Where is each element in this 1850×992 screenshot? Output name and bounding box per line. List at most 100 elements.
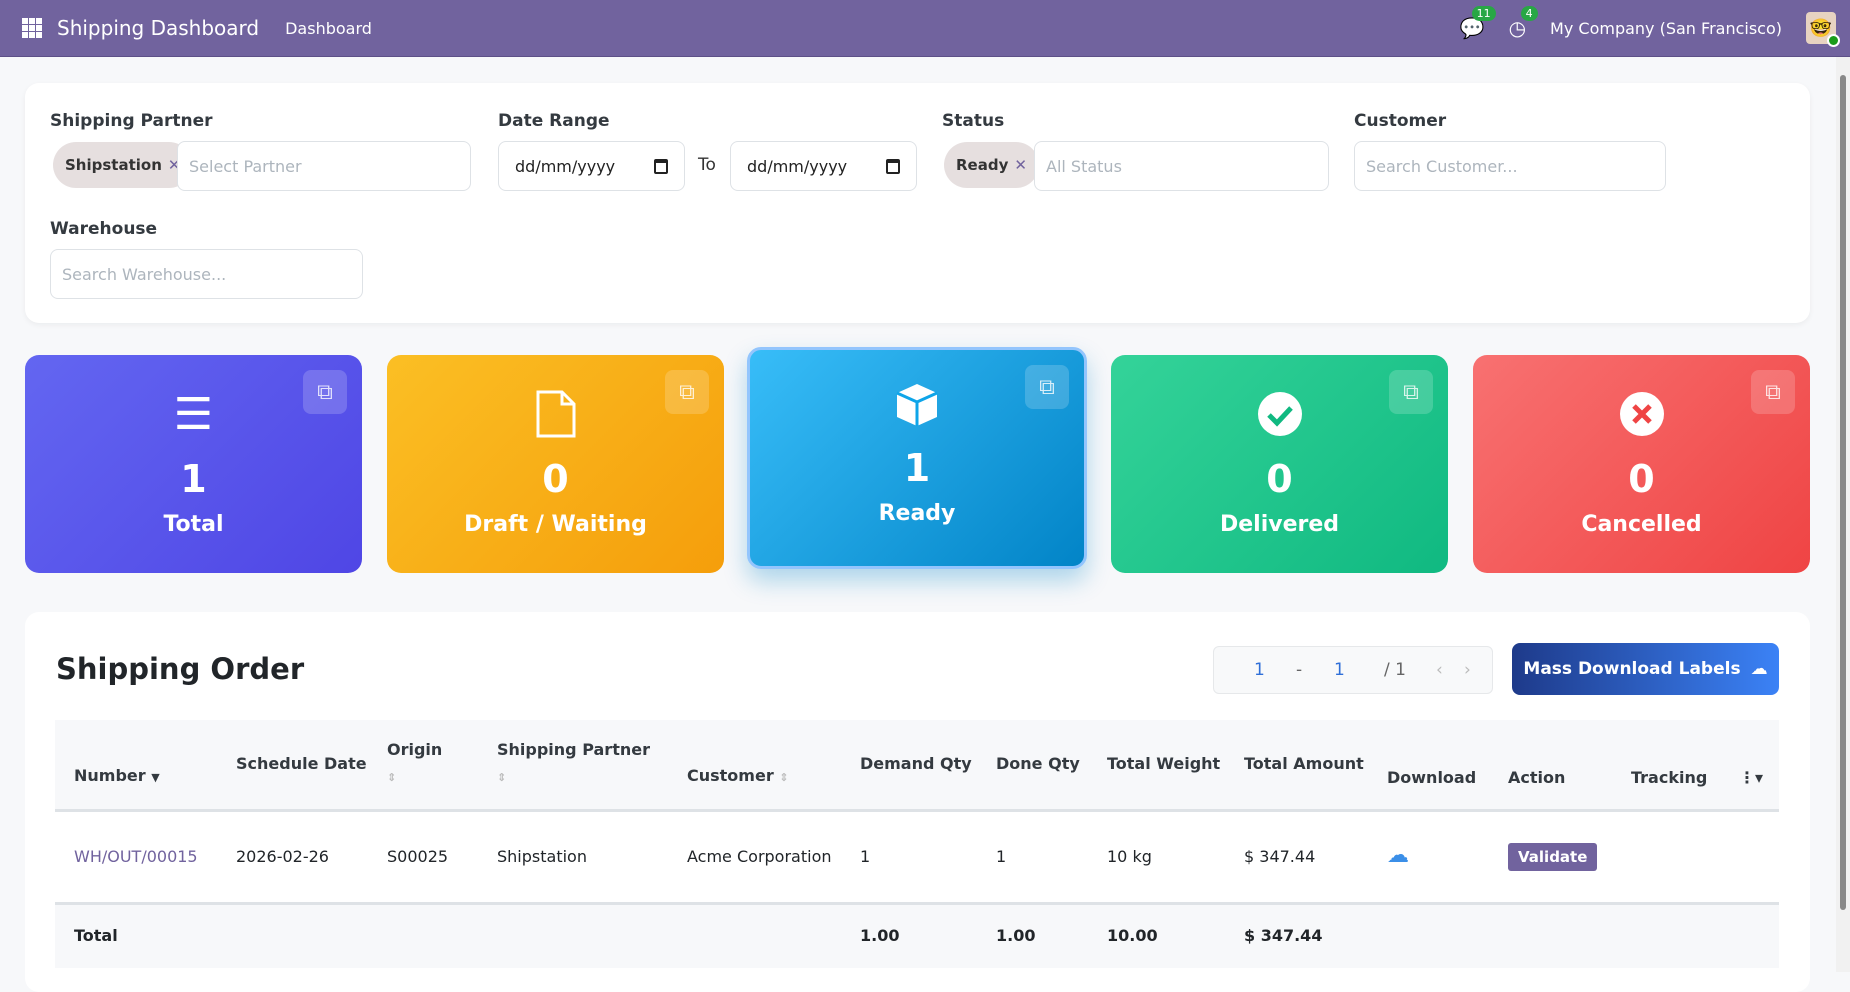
mass-download-label: Mass Download Labels bbox=[1523, 659, 1741, 679]
total-done: 1.00 bbox=[977, 901, 1088, 968]
customer-label: Customer bbox=[1354, 111, 1447, 131]
table-header: Number ▼ Schedule Date Origin ⇕ Shipping … bbox=[55, 720, 1779, 812]
card-label: Draft / Waiting bbox=[464, 512, 647, 537]
messages-button[interactable]: 💬 11 bbox=[1460, 6, 1496, 40]
col-total-weight[interactable]: Total Weight bbox=[1088, 720, 1225, 812]
card-count: 0 bbox=[542, 457, 569, 501]
user-avatar[interactable]: 🤓 bbox=[1806, 12, 1840, 47]
menu-dashboard[interactable]: Dashboard bbox=[285, 19, 372, 38]
mass-download-labels-button[interactable]: Mass Download Labels ☁ bbox=[1512, 643, 1779, 695]
date-from-value: dd/mm/yyyy bbox=[515, 156, 616, 176]
pager-end[interactable]: 1 bbox=[1334, 660, 1345, 680]
card-label: Cancelled bbox=[1581, 512, 1702, 537]
card-label: Delivered bbox=[1219, 512, 1340, 537]
card-delivered[interactable]: ⧉ 0 Delivered bbox=[1111, 355, 1448, 573]
total-weight: 10.00 bbox=[1088, 901, 1225, 968]
filter-panel: Shipping Partner Shipstation ✕ Select Par… bbox=[25, 83, 1810, 323]
partner-tag: Shipstation ✕ bbox=[53, 142, 193, 188]
pager: 1 - 1 / 1 ‹ › bbox=[1213, 646, 1493, 694]
cell-done: 1 bbox=[996, 846, 1007, 866]
cloud-download-icon: ☁ bbox=[1750, 659, 1768, 679]
card-label: Total bbox=[163, 512, 224, 537]
order-number-link[interactable]: WH/OUT/00015 bbox=[74, 847, 198, 866]
orders-table: Number ▼ Schedule Date Origin ⇕ Shipping … bbox=[55, 720, 1779, 968]
column-options-icon[interactable]: ⋮▾ bbox=[1720, 720, 1779, 812]
calendar-icon[interactable] bbox=[654, 158, 668, 174]
col-done-qty[interactable]: Done Qty bbox=[977, 720, 1088, 812]
sort-desc-icon: ▼ bbox=[151, 770, 160, 784]
col-origin[interactable]: Origin ⇕ bbox=[368, 720, 478, 812]
cell-origin: S00025 bbox=[387, 846, 449, 866]
date-from-input[interactable]: dd/mm/yyyy bbox=[498, 141, 685, 191]
page-scrollbar[interactable] bbox=[1836, 57, 1850, 972]
calendar-icon[interactable] bbox=[886, 158, 900, 174]
prev-page-icon[interactable]: ‹ bbox=[1436, 660, 1443, 680]
partner-input[interactable]: Select Partner bbox=[177, 141, 471, 191]
scrollbar-thumb[interactable] bbox=[1840, 75, 1846, 910]
cell-tracking bbox=[1612, 810, 1720, 903]
apps-menu-icon[interactable] bbox=[22, 18, 42, 38]
company-switcher[interactable]: My Company (San Francisco) bbox=[1550, 19, 1782, 38]
activities-badge: 4 bbox=[1520, 6, 1538, 21]
download-label-icon[interactable]: ☁ bbox=[1387, 843, 1409, 868]
table-row[interactable]: WH/OUT/00015 2026-02-26 S00025 Shipstati… bbox=[55, 810, 1779, 903]
card-count: 0 bbox=[1628, 457, 1655, 501]
next-page-icon[interactable]: › bbox=[1464, 660, 1471, 680]
total-amount: $ 347.44 bbox=[1225, 901, 1368, 968]
card-cancelled[interactable]: ⧉ 0 Cancelled bbox=[1473, 355, 1810, 573]
pager-total: / 1 bbox=[1384, 660, 1406, 680]
card-draft-waiting[interactable]: ⧉ 0 Draft / Waiting bbox=[387, 355, 724, 573]
col-total-amount[interactable]: Total Amount bbox=[1225, 720, 1368, 812]
pager-sep: - bbox=[1296, 660, 1303, 680]
check-circle-icon bbox=[1111, 387, 1448, 441]
cell-customer: Acme Corporation bbox=[687, 846, 832, 866]
card-count: 1 bbox=[180, 457, 207, 501]
cube-icon bbox=[750, 378, 1084, 432]
card-ready[interactable]: ⧉ 1 Ready bbox=[747, 347, 1087, 569]
partner-label: Shipping Partner bbox=[50, 111, 213, 131]
top-navbar: Shipping Dashboard Dashboard 💬 11 ◷ 4 My C… bbox=[0, 0, 1850, 57]
cell-partner: Shipstation bbox=[497, 846, 587, 866]
customer-input[interactable]: Search Customer... bbox=[1354, 141, 1666, 191]
sort-icon: ⇕ bbox=[779, 770, 789, 784]
status-tag-label: Ready bbox=[956, 156, 1009, 174]
cell-empty bbox=[1720, 810, 1779, 903]
date-to-input[interactable]: dd/mm/yyyy bbox=[730, 141, 917, 191]
date-to-value: dd/mm/yyyy bbox=[747, 156, 848, 176]
cell-demand: 1 bbox=[860, 846, 871, 866]
cell-amount: $ 347.44 bbox=[1244, 846, 1316, 866]
times-circle-icon bbox=[1473, 387, 1810, 441]
card-label: Ready bbox=[878, 501, 956, 526]
col-label: Number bbox=[74, 765, 146, 785]
pager-start[interactable]: 1 bbox=[1254, 660, 1265, 680]
date-range-label: Date Range bbox=[498, 111, 610, 131]
col-demand-qty[interactable]: Demand Qty bbox=[841, 720, 977, 812]
col-shipping-partner[interactable]: Shipping Partner ⇕ bbox=[478, 720, 668, 812]
warehouse-input[interactable]: Search Warehouse... bbox=[50, 249, 363, 299]
online-status-icon bbox=[1827, 34, 1840, 47]
col-label: Shipping Partner bbox=[497, 740, 650, 760]
cell-weight: 10 kg bbox=[1107, 846, 1152, 866]
status-input[interactable]: All Status bbox=[1034, 141, 1329, 191]
validate-button[interactable]: Validate bbox=[1508, 842, 1598, 871]
section-title: Shipping Order bbox=[56, 652, 305, 686]
sort-icon: ⇕ bbox=[497, 771, 507, 785]
col-action[interactable]: Action bbox=[1489, 720, 1612, 812]
col-tracking[interactable]: Tracking bbox=[1612, 720, 1720, 812]
remove-tag-icon[interactable]: ✕ bbox=[1014, 156, 1027, 174]
col-label: Origin bbox=[387, 740, 443, 760]
shipping-order-panel: Shipping Order 1 - 1 / 1 ‹ › Mass Downlo… bbox=[25, 612, 1810, 992]
activities-button[interactable]: ◷ 4 bbox=[1509, 6, 1538, 40]
app-title[interactable]: Shipping Dashboard bbox=[57, 16, 259, 40]
card-count: 1 bbox=[903, 446, 931, 490]
col-schedule-date[interactable]: Schedule Date bbox=[217, 720, 368, 812]
card-total[interactable]: ⧉ ☰ 1 Total bbox=[25, 355, 362, 573]
col-label: Customer bbox=[687, 765, 774, 785]
to-label: To bbox=[698, 155, 716, 175]
col-number[interactable]: Number ▼ bbox=[55, 720, 217, 812]
col-download[interactable]: Download bbox=[1368, 720, 1489, 812]
col-customer[interactable]: Customer ⇕ bbox=[668, 720, 841, 812]
status-label: Status bbox=[942, 111, 1005, 131]
messages-badge: 11 bbox=[1471, 6, 1496, 21]
sort-icon: ⇕ bbox=[387, 771, 397, 785]
